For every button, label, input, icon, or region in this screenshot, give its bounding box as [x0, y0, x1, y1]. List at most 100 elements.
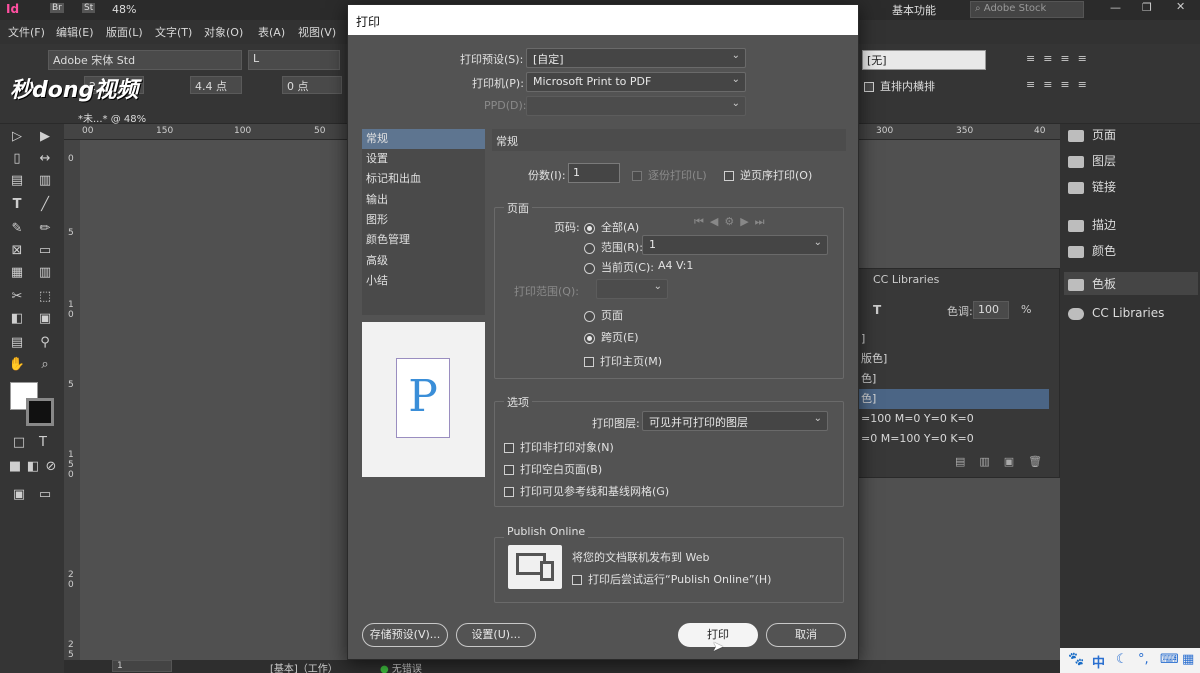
print-layers-select[interactable]: 可见并可打印的图层 ⌄	[642, 411, 828, 431]
save-preset-button[interactable]: 存储预设(V)...	[362, 623, 448, 647]
preflight-status[interactable]: ● 无错误	[380, 660, 422, 673]
panel-color[interactable]: 颜色	[1068, 242, 1116, 259]
panel-swatches[interactable]: 色板	[1064, 272, 1198, 295]
panel-stroke[interactable]: 描边	[1068, 216, 1116, 233]
pages-current-radio[interactable]	[584, 262, 595, 274]
tint-input[interactable]: 100	[973, 301, 1009, 319]
content-collector-icon[interactable]: ▤	[8, 172, 26, 190]
opt-guides[interactable]: 打印可见参考线和基线网格(G)	[504, 483, 669, 499]
stock-icon[interactable]: St	[82, 3, 96, 13]
panel-links[interactable]: 链接	[1068, 178, 1116, 195]
setup-button[interactable]: 设置(U)...	[456, 623, 536, 647]
opt-blank-pages-checkbox[interactable]	[504, 465, 514, 475]
menu-object[interactable]: 对象(O)	[204, 24, 243, 40]
pages-mode-option[interactable]: 页面	[584, 307, 623, 323]
ime-indicator[interactable]: 中	[1092, 652, 1105, 671]
category-advanced[interactable]: 高级	[362, 251, 485, 271]
pages-all-option[interactable]: 全部(A)	[584, 219, 639, 235]
category-output[interactable]: 输出	[362, 190, 485, 210]
stroke-swatch[interactable]	[26, 398, 54, 426]
restore-icon[interactable]: ❐	[1142, 1, 1152, 14]
opt-guides-checkbox[interactable]	[504, 487, 514, 497]
apply-color-icon[interactable]: ■	[6, 458, 24, 476]
menu-layout[interactable]: 版面(L)	[106, 24, 143, 40]
pages-current-option[interactable]: 当前页(C):	[584, 259, 654, 275]
paragraph-style-field[interactable]: [无]	[862, 50, 986, 70]
swatch-row[interactable]: 色]	[859, 369, 1049, 389]
publish-online-option[interactable]: 打印后尝试运行“Publish Online”(H)	[572, 571, 771, 587]
rectangle-frame-tool-icon[interactable]: ⊠	[8, 242, 26, 260]
category-graphics[interactable]: 图形	[362, 210, 485, 230]
free-transform-tool-icon[interactable]: ⬚	[36, 288, 54, 306]
panel-cc-libraries[interactable]: CC Libraries	[1068, 306, 1164, 320]
vertical-in-horizontal-option[interactable]: 直排内横排	[864, 78, 935, 94]
selection-tool-icon[interactable]: ▷	[8, 128, 26, 146]
opt-blank-pages[interactable]: 打印空白页面(B)	[504, 461, 602, 477]
stock-search-input[interactable]: ⌕ Adobe Stock	[970, 1, 1084, 18]
swatch-text-icon[interactable]: T	[873, 303, 881, 317]
moon-icon[interactable]: ☾	[1116, 652, 1128, 667]
menu-type[interactable]: 文字(T)	[155, 24, 192, 40]
scissors-tool-icon[interactable]: ✂	[8, 288, 26, 306]
leading-field[interactable]: 4.4 点	[190, 76, 242, 94]
swatch-row[interactable]: ]	[859, 329, 1049, 349]
document-tab[interactable]: *未...* @ 48%	[78, 110, 146, 125]
justify-icons[interactable]: ≡≡≡≡	[1026, 78, 1095, 91]
category-marks-bleed[interactable]: 标记和出血	[362, 169, 485, 189]
reverse-order-option[interactable]: 逆页序打印(O)	[724, 167, 812, 183]
formatting-container-icon[interactable]: □	[10, 434, 28, 452]
swatch-footer-icons[interactable]: ▤▥▣🗑	[955, 455, 1056, 468]
spreads-radio[interactable]	[584, 332, 595, 344]
collate-checkbox[interactable]	[632, 171, 642, 181]
apply-gradient-icon[interactable]: ◧	[24, 458, 42, 476]
swatch-row[interactable]: =100 M=0 Y=0 K=0	[859, 409, 1049, 429]
pages-mode-radio[interactable]	[584, 310, 595, 322]
page-tool-icon[interactable]: ▯	[8, 150, 26, 168]
print-master-checkbox[interactable]	[584, 357, 594, 367]
zoom-tool-icon[interactable]: ⌕	[36, 356, 54, 374]
hand-tool-icon[interactable]: ✋	[8, 356, 26, 374]
preview-mode-icon[interactable]: ▭	[36, 486, 54, 504]
menu-edit[interactable]: 编辑(E)	[56, 24, 94, 40]
gradient-feather-tool-icon[interactable]: ▣	[36, 310, 54, 328]
pages-range-radio[interactable]	[584, 242, 595, 254]
font-style-field[interactable]: L	[248, 50, 340, 70]
zoom-level[interactable]: 48%	[112, 3, 136, 16]
opt-nonprinting[interactable]: 打印非打印对象(N)	[504, 439, 614, 455]
print-master-option[interactable]: 打印主页(M)	[584, 353, 662, 369]
panel-pages[interactable]: 页面	[1068, 126, 1116, 143]
line-tool-icon[interactable]: ╱	[36, 196, 54, 214]
page-number-field[interactable]: 1	[112, 660, 172, 672]
workspace-switcher[interactable]: 基本功能	[892, 2, 936, 18]
keyboard-icon[interactable]: ⌨	[1160, 652, 1179, 667]
cancel-button[interactable]: 取消	[766, 623, 846, 647]
rectangle-tool-icon[interactable]: ▭	[36, 242, 54, 260]
swatch-row[interactable]: 版色]	[859, 349, 1049, 369]
gap-tool-icon[interactable]: ↔	[36, 150, 54, 168]
copies-input[interactable]: 1	[568, 163, 620, 183]
spreads-option[interactable]: 跨页(E)	[584, 329, 639, 345]
screen-mode-icon[interactable]: ▣	[10, 486, 28, 504]
bridge-icon[interactable]: Br	[50, 3, 64, 13]
tracking-field[interactable]: 0 点	[282, 76, 342, 94]
opt-nonprinting-checkbox[interactable]	[504, 443, 514, 453]
close-icon[interactable]: ✕	[1176, 0, 1185, 13]
punct-icon[interactable]: °,	[1138, 652, 1149, 667]
menu-file[interactable]: 文件(F)	[8, 24, 45, 40]
preset-select[interactable]: [自定] ⌄	[526, 48, 746, 68]
direct-selection-tool-icon[interactable]: ▶	[36, 128, 54, 146]
category-general[interactable]: 常规	[362, 129, 485, 149]
category-summary[interactable]: 小结	[362, 271, 485, 291]
menu-view[interactable]: 视图(V)	[298, 24, 336, 40]
table-tool-icon[interactable]: ▦	[8, 264, 26, 282]
content-placer-icon[interactable]: ▥	[36, 172, 54, 190]
pen-tool-icon[interactable]: ✎	[8, 220, 26, 238]
note-tool-icon[interactable]: ▤	[8, 334, 26, 352]
apply-none-icon[interactable]: ⊘	[42, 458, 60, 476]
swatch-row[interactable]: =0 M=100 Y=0 K=0	[859, 429, 1049, 449]
swatch-row-selected[interactable]: 色]	[859, 389, 1049, 409]
tray-icon[interactable]: ▦	[1182, 652, 1194, 667]
grid-tool-icon[interactable]: ▥	[36, 264, 54, 282]
category-color-management[interactable]: 颜色管理	[362, 230, 485, 250]
gradient-swatch-tool-icon[interactable]: ◧	[8, 310, 26, 328]
